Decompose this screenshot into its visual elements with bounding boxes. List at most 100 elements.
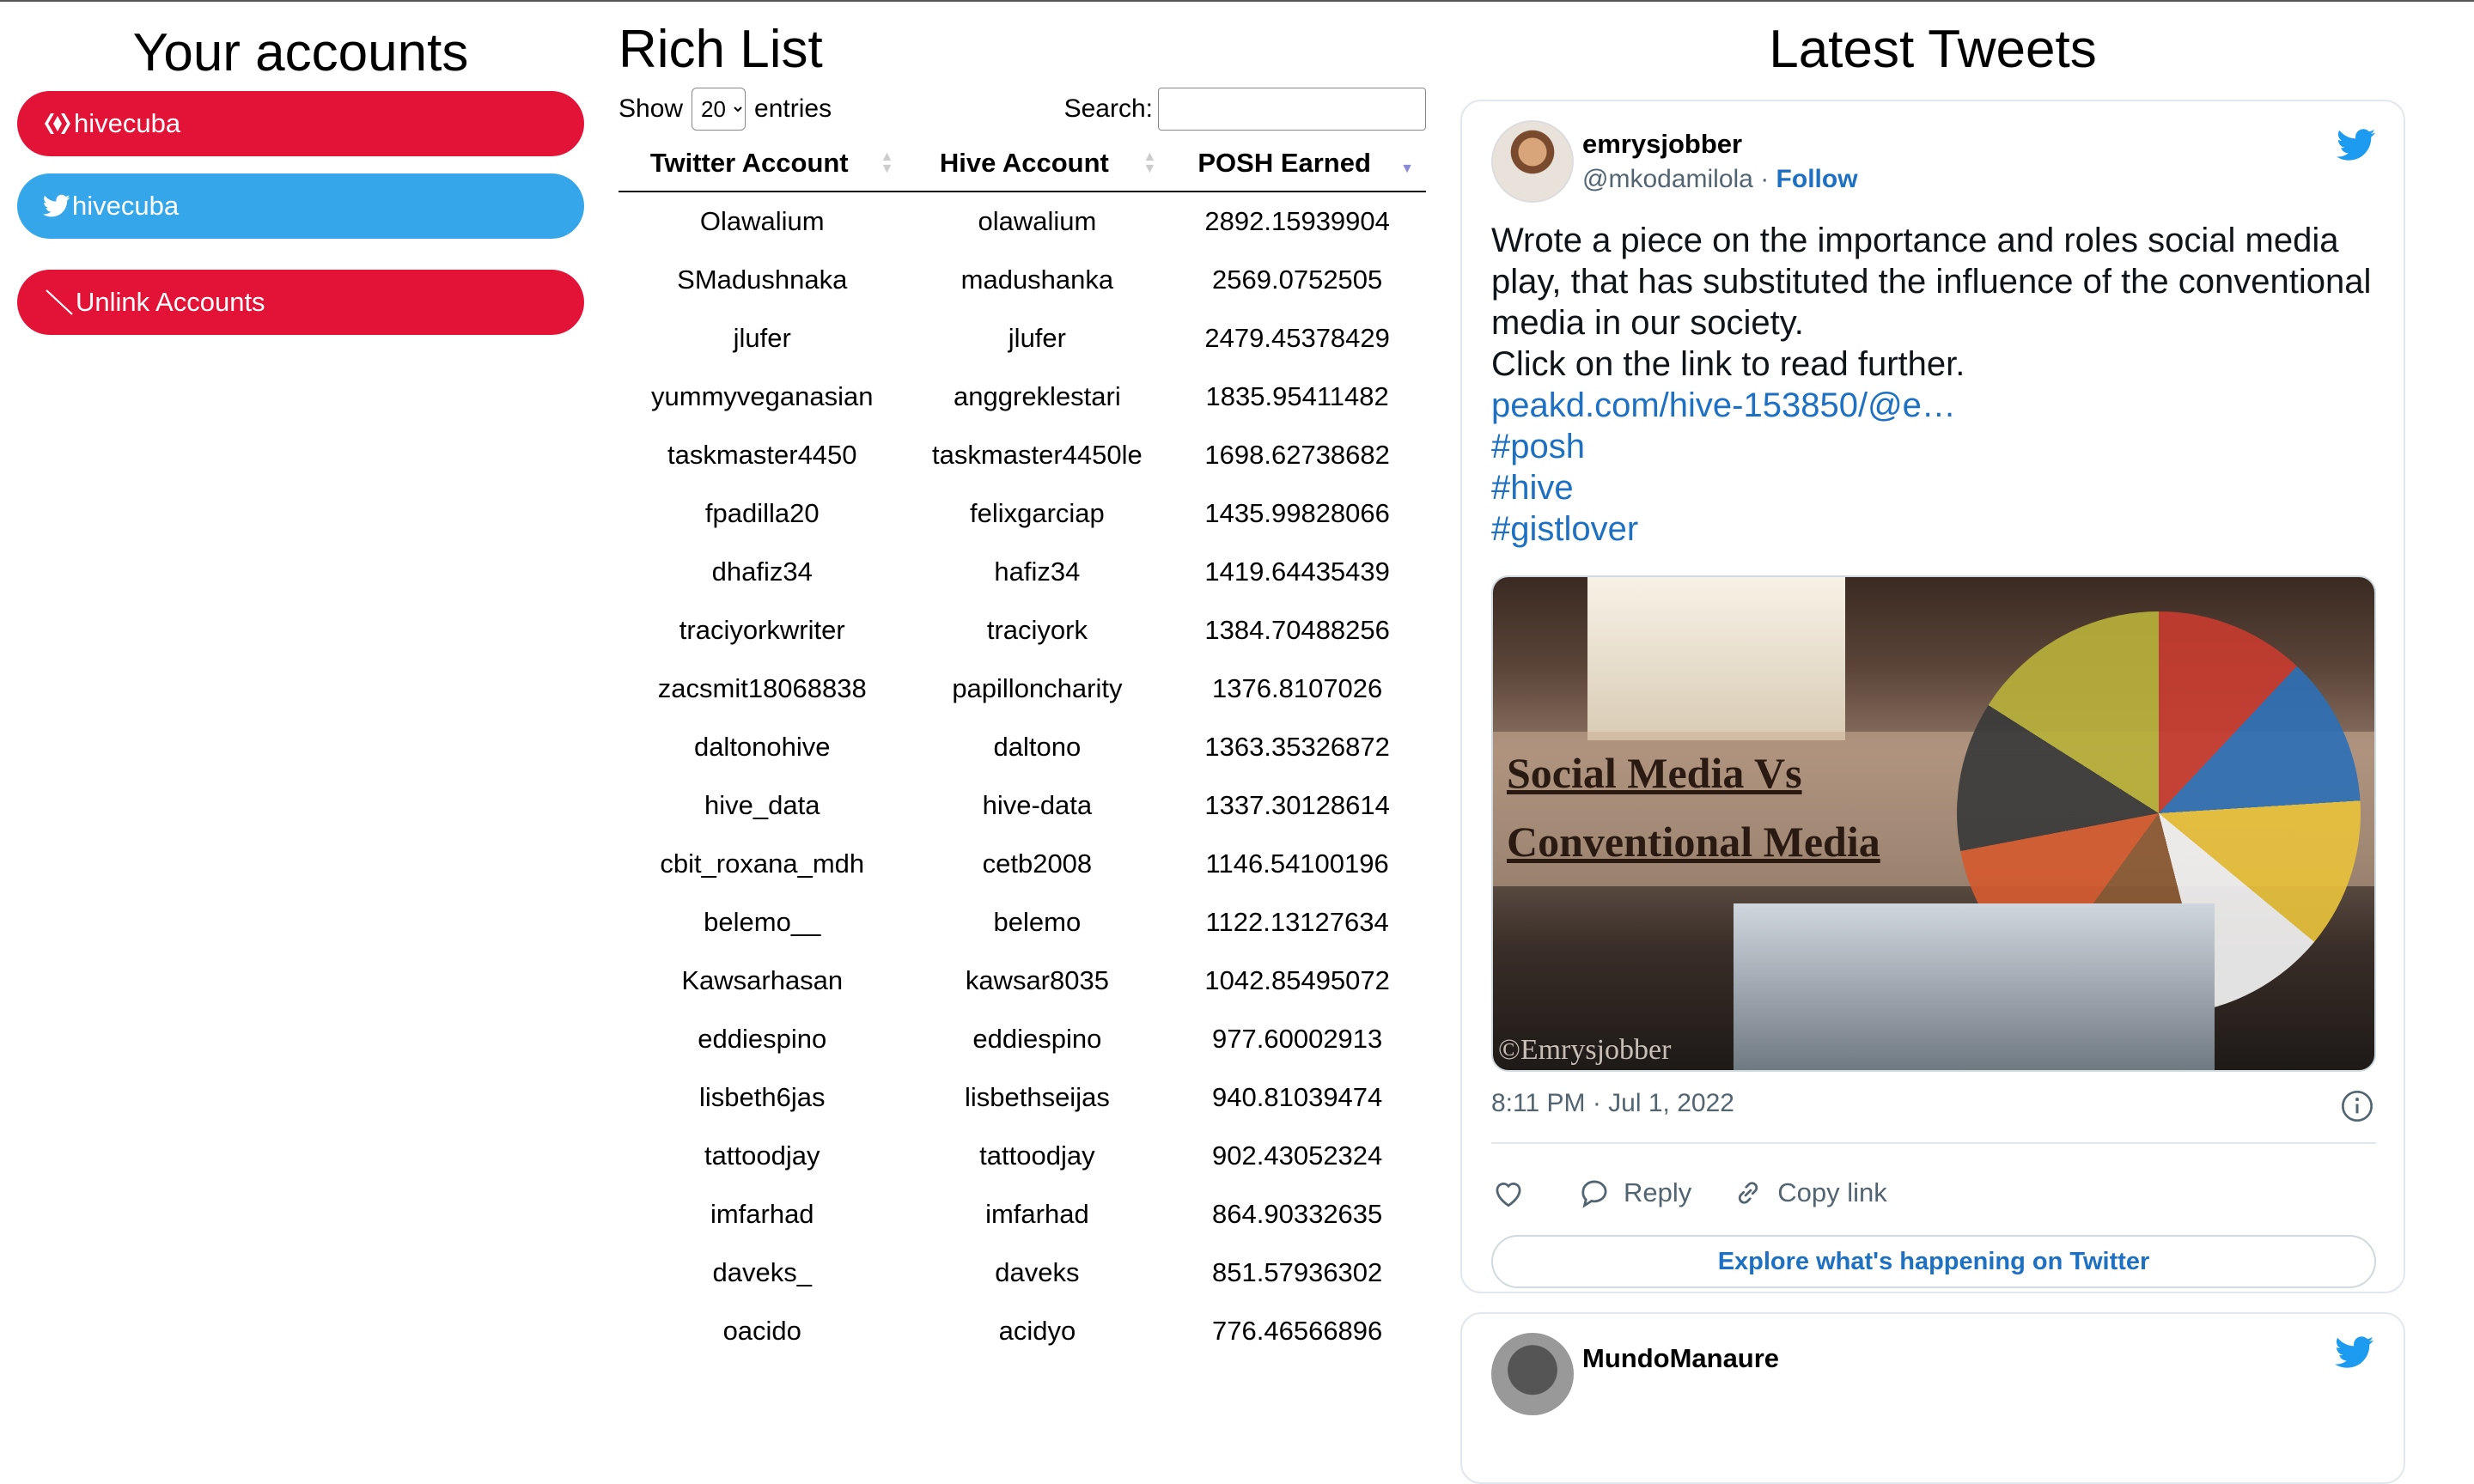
search-input[interactable] xyxy=(1158,88,1426,131)
cell-hive-account: belemo xyxy=(993,907,1082,937)
hive-icon xyxy=(43,111,72,137)
cell-twitter-account: zacsmit18068838 xyxy=(657,673,867,703)
explore-twitter-button[interactable]: Explore what's happening on Twitter xyxy=(1491,1235,2376,1288)
tweet-actions: Reply Copy link xyxy=(1491,1171,1927,1214)
tweets-panel: Latest Tweets emrysjobber @mkodamilola ·… xyxy=(1460,17,2405,1484)
cell-hive-account: daveks xyxy=(995,1257,1080,1287)
unlink-accounts-button[interactable]: Unlink Accounts xyxy=(17,270,584,335)
accounts-title: Your accounts xyxy=(132,23,469,82)
table-row: fpadilla20 felixgarciap 1435.99828066 xyxy=(618,484,1426,543)
entries-length-control: Show 20 entries xyxy=(618,88,832,131)
column-header-posh-earned[interactable]: POSH Earned ▲▼ xyxy=(1168,136,1426,192)
table-row: eddiespino eddiespino 977.60002913 xyxy=(618,1010,1426,1068)
cell-twitter-account: belemo__ xyxy=(704,907,821,937)
table-controls: Show 20 entries Search: xyxy=(618,82,1426,131)
column-header-label: POSH Earned xyxy=(1197,148,1371,178)
tweet-timestamp[interactable]: 8:11 PM · Jul 1, 2022 xyxy=(1491,1089,1734,1118)
tweet-author-handle[interactable]: @mkodamilola xyxy=(1582,165,1753,193)
follow-link[interactable]: Follow xyxy=(1776,165,1858,193)
copy-link-button[interactable]: Copy link xyxy=(1731,1177,1887,1208)
cell-hive-account: madushanka xyxy=(960,265,1114,295)
cell-hive-account: eddiespino xyxy=(972,1024,1102,1054)
like-button[interactable] xyxy=(1491,1177,1538,1208)
table-row: daveks_ daveks 851.57936302 xyxy=(618,1244,1426,1302)
show-label: Show xyxy=(618,94,684,123)
cell-twitter-account: Kawsarhasan xyxy=(681,965,844,995)
tweet-text: Wrote a piece on the importance and role… xyxy=(1491,220,2385,550)
media-credit: ©Emrysjobber xyxy=(1498,1034,1672,1066)
twitter-account-button[interactable]: hivecuba xyxy=(17,173,584,239)
column-header-label: Hive Account xyxy=(939,148,1109,178)
cell-posh-earned: 2479.45378429 xyxy=(1204,323,1390,353)
tweet-link[interactable]: peakd.com/hive-153850/@e… xyxy=(1491,385,2385,426)
cell-posh-earned: 1435.99828066 xyxy=(1204,498,1390,528)
column-header-label: Twitter Account xyxy=(649,148,849,178)
link-icon xyxy=(1739,1182,1758,1204)
unlink-accounts-label: Unlink Accounts xyxy=(76,287,265,317)
search-label: Search: xyxy=(1063,94,1153,123)
media-laptop xyxy=(1734,903,2215,1070)
cell-twitter-account: traciyorkwriter xyxy=(679,615,845,645)
copy-link-label: Copy link xyxy=(1777,1177,1887,1207)
sort-icon: ▲ ▼ xyxy=(880,149,894,176)
tweet-text-cta: Click on the link to read further. xyxy=(1491,345,1965,383)
table-header-row: Twitter Account ▲ ▼ Hive Account ▲ ▼ POSH … xyxy=(618,136,1426,192)
column-header-hive-account[interactable]: Hive Account ▲ ▼ xyxy=(905,136,1169,192)
info-icon[interactable] xyxy=(2340,1089,2374,1128)
cell-hive-account: lisbethseijas xyxy=(964,1082,1110,1112)
reply-bubble-icon xyxy=(1581,1180,1607,1208)
cell-twitter-account: fpadilla20 xyxy=(704,498,820,528)
cell-posh-earned: 1835.95411482 xyxy=(1205,381,1389,411)
tweet-embed-second: MundoManaure xyxy=(1460,1312,2405,1484)
table-row: Olawalium olawalium 2892.15939904 xyxy=(618,192,1426,251)
cell-posh-earned: 1122.13127634 xyxy=(1205,907,1389,937)
rich-list-table: Twitter Account ▲ ▼ Hive Account ▲ ▼ POSH … xyxy=(618,136,1426,1360)
accounts-panel: Your accounts hivecuba hivecuba Unlink A… xyxy=(17,17,584,335)
cell-hive-account: jlufer xyxy=(1008,323,1066,353)
tweets-title: Latest Tweets xyxy=(1769,20,2097,79)
hive-account-button[interactable]: hivecuba xyxy=(17,91,584,156)
hashtag-link[interactable]: #gistlover xyxy=(1491,508,2385,550)
table-row: traciyorkwriter traciyork 1384.70488256 xyxy=(618,601,1426,660)
cell-hive-account: kawsar8035 xyxy=(965,965,1109,995)
table-row: dhafiz34 hafiz34 1419.64435439 xyxy=(618,543,1426,601)
twitter-bird-icon[interactable] xyxy=(2337,129,2376,166)
hive-account-label: hivecuba xyxy=(74,108,181,138)
heart-icon xyxy=(1496,1183,1521,1207)
cell-hive-account: daltono xyxy=(993,732,1082,762)
cell-posh-earned: 902.43052324 xyxy=(1212,1140,1383,1171)
table-body: Olawalium olawalium 2892.15939904 SMadushna… xyxy=(618,192,1426,1360)
tweet-divider xyxy=(1491,1142,2376,1144)
hashtag-link[interactable]: #hive xyxy=(1491,467,2385,508)
table-row: belemo__ belemo 1122.13127634 xyxy=(618,893,1426,952)
table-row: tattoodjay tattoodjay 902.43052324 xyxy=(618,1127,1426,1185)
twitter-account-label: hivecuba xyxy=(72,191,180,221)
reply-button[interactable]: Reply xyxy=(1577,1177,1691,1208)
tweet-media-image[interactable]: Social Media Vs Conventional Media ©Emry… xyxy=(1491,575,2376,1072)
cell-posh-earned: 864.90332635 xyxy=(1212,1199,1383,1229)
cell-hive-account: acidyo xyxy=(998,1316,1076,1346)
table-row: lisbeth6jas lisbethseijas 940.81039474 xyxy=(618,1068,1426,1127)
cell-posh-earned: 1042.85495072 xyxy=(1204,965,1390,995)
hashtag-link[interactable]: #posh xyxy=(1491,426,2385,467)
sort-desc-icon: ▲▼ xyxy=(1400,161,1414,176)
cell-twitter-account: daveks_ xyxy=(712,1257,812,1287)
tweet-author-name[interactable]: emrysjobber xyxy=(1582,129,1742,160)
avatar[interactable] xyxy=(1491,120,1574,203)
cell-twitter-account: daltonohive xyxy=(693,732,831,762)
cell-hive-account: traciyork xyxy=(986,615,1088,645)
cell-twitter-account: jlufer xyxy=(733,323,791,353)
cell-hive-account: felixgarciap xyxy=(969,498,1105,528)
tweet-author-name[interactable]: MundoManaure xyxy=(1582,1343,1779,1374)
twitter-bird-icon[interactable] xyxy=(2335,1336,2374,1373)
cell-hive-account: tattoodjay xyxy=(979,1140,1095,1171)
media-headline-line1: Social Media Vs xyxy=(1507,749,1802,797)
cell-posh-earned: 1384.70488256 xyxy=(1204,615,1390,645)
cell-posh-earned: 851.57936302 xyxy=(1212,1257,1383,1287)
media-headline-line2: Conventional Media xyxy=(1507,818,1880,866)
avatar[interactable] xyxy=(1491,1333,1574,1415)
column-header-twitter-account[interactable]: Twitter Account ▲ ▼ xyxy=(618,136,906,192)
entries-select[interactable]: 20 xyxy=(692,88,746,131)
reply-label: Reply xyxy=(1624,1177,1692,1207)
tweet-embed: emrysjobber @mkodamilola · Follow Wrote … xyxy=(1460,100,2405,1293)
